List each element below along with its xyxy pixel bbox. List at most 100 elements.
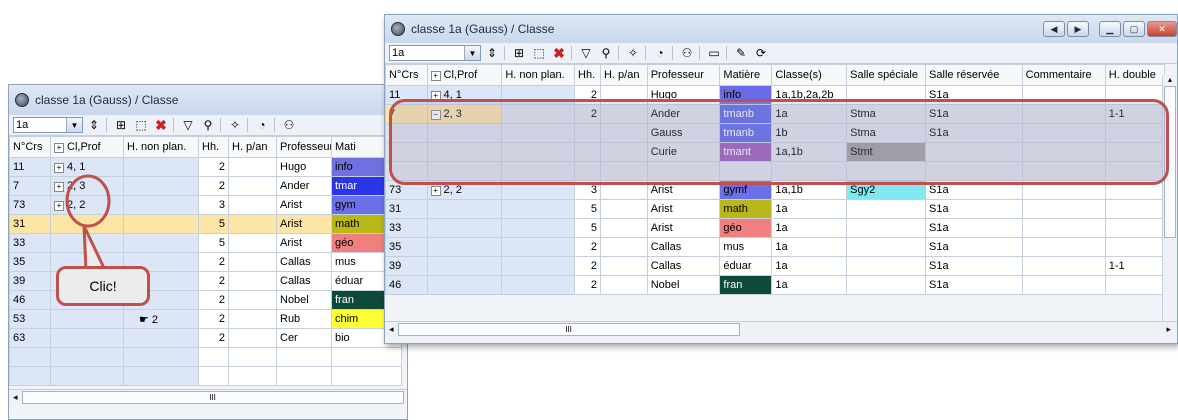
scroll-left-icon[interactable]: ◂	[389, 324, 394, 335]
table-row[interactable]: 39 2 Callas éduar 1a S1a 1-1	[385, 256, 1166, 276]
hours-year-cell[interactable]	[599, 275, 648, 295]
link-icon[interactable]: ⚲	[597, 44, 615, 62]
nav-next-icon[interactable]: ▶	[1067, 21, 1089, 37]
teacher-cell[interactable]: Arist	[646, 218, 721, 238]
maximize-button[interactable]: ▢	[1123, 21, 1145, 37]
double-hours-cell[interactable]	[1104, 275, 1166, 295]
comment-cell[interactable]	[1021, 275, 1106, 295]
column-header[interactable]: Professeur	[646, 64, 721, 86]
subject-cell[interactable]: math	[719, 199, 773, 219]
course-number-cell[interactable]: 33	[385, 218, 428, 238]
column-header[interactable]: Classe(s)	[771, 64, 848, 86]
users-icon[interactable]: ⚇	[678, 44, 696, 62]
special-room-cell[interactable]	[846, 256, 927, 276]
new-item-icon[interactable]: ⬚	[530, 44, 548, 62]
column-header[interactable]: Salle réservée	[925, 64, 1023, 86]
wizard-icon[interactable]: ✧	[624, 44, 642, 62]
expand-all-icon[interactable]: +	[430, 71, 441, 81]
hours-cell[interactable]: 2	[574, 275, 601, 295]
column-header[interactable]: N°Crs	[385, 64, 428, 86]
column-header[interactable]: Salle spéciale	[846, 64, 927, 86]
cl-prof-cell[interactable]	[426, 256, 503, 276]
refresh-icon[interactable]: ⟳	[752, 44, 770, 62]
hours-unplanned-cell[interactable]	[501, 237, 576, 257]
reserved-room-cell[interactable]: S1a	[925, 275, 1023, 295]
grid-add-icon[interactable]: ⊞	[510, 44, 528, 62]
hours-unplanned-cell[interactable]	[501, 218, 576, 238]
expand-icon[interactable]: +	[430, 186, 441, 196]
scroll-thumb[interactable]: III	[397, 323, 740, 336]
column-header[interactable]: + Cl,Prof	[426, 64, 503, 86]
cl-prof-cell[interactable]	[426, 199, 503, 219]
hours-unplanned-cell[interactable]	[501, 199, 576, 219]
teacher-cell[interactable]: Arist	[646, 199, 721, 219]
cl-prof-cell[interactable]	[426, 218, 503, 238]
teacher-cell[interactable]: Callas	[646, 256, 721, 276]
course-number-cell[interactable]: 39	[385, 256, 428, 276]
special-room-cell[interactable]	[846, 237, 927, 257]
double-hours-cell[interactable]	[1104, 218, 1166, 238]
table-row[interactable]: 31 5 Arist math 1a S1a	[385, 199, 1166, 219]
chevron-down-icon[interactable]: ▼	[464, 46, 480, 60]
scroll-right-icon[interactable]: ▸	[1166, 324, 1171, 335]
hours-year-cell[interactable]	[599, 237, 648, 257]
screen-icon[interactable]: ▭	[705, 44, 723, 62]
clock-icon[interactable]: ◔	[651, 44, 669, 62]
column-header[interactable]: H. p/an	[599, 64, 648, 86]
spinner-icon[interactable]: ⇕	[483, 44, 501, 62]
hours-cell[interactable]: 2	[574, 237, 601, 257]
comment-cell[interactable]	[1021, 256, 1106, 276]
course-number-cell[interactable]: 46	[385, 275, 428, 295]
hours-year-cell[interactable]	[599, 256, 648, 276]
close-button[interactable]: ✕	[1147, 21, 1177, 37]
filter-icon[interactable]: ▽	[577, 44, 595, 62]
special-room-cell[interactable]	[846, 218, 927, 238]
comment-cell[interactable]	[1021, 218, 1106, 238]
classes-cell[interactable]: 1a	[771, 218, 848, 238]
classes-cell[interactable]: 1a	[771, 256, 848, 276]
special-room-cell[interactable]	[846, 275, 927, 295]
minimize-button[interactable]: ▁	[1099, 21, 1121, 37]
hours-year-cell[interactable]	[599, 199, 648, 219]
subject-cell[interactable]: géo	[719, 218, 773, 238]
column-header[interactable]: Matière	[719, 64, 773, 86]
hours-unplanned-cell[interactable]	[501, 256, 576, 276]
column-header[interactable]: Hh.	[574, 64, 601, 86]
class-combo[interactable]: 1a ▼	[389, 45, 481, 61]
nav-prev-icon[interactable]: ◀	[1043, 21, 1065, 37]
table-row[interactable]: 35 2 Callas mus 1a S1a	[385, 237, 1166, 257]
hours-cell[interactable]: 5	[574, 218, 601, 238]
edit-icon[interactable]: ✎	[732, 44, 750, 62]
course-number-cell[interactable]: 35	[385, 237, 428, 257]
classes-cell[interactable]: 1a	[771, 237, 848, 257]
subject-cell[interactable]: éduar	[719, 256, 773, 276]
classes-cell[interactable]: 1a	[771, 275, 848, 295]
hours-unplanned-cell[interactable]	[501, 275, 576, 295]
special-room-cell[interactable]	[846, 199, 927, 219]
cl-prof-cell[interactable]	[426, 237, 503, 257]
course-number-cell[interactable]: 31	[385, 199, 428, 219]
double-hours-cell[interactable]	[1104, 199, 1166, 219]
table-row[interactable]: 46 2 Nobel fran 1a S1a	[385, 275, 1166, 295]
hours-cell[interactable]: 2	[574, 256, 601, 276]
double-hours-cell[interactable]	[1104, 237, 1166, 257]
reserved-room-cell[interactable]: S1a	[925, 218, 1023, 238]
column-header[interactable]: H. non plan.	[501, 64, 576, 86]
cl-prof-cell[interactable]	[426, 275, 503, 295]
scroll-up-icon[interactable]: ▴	[1163, 75, 1177, 84]
column-header[interactable]: H. double	[1104, 64, 1166, 86]
teacher-cell[interactable]: Nobel	[646, 275, 721, 295]
reserved-room-cell[interactable]: S1a	[925, 199, 1023, 219]
comment-cell[interactable]	[1021, 237, 1106, 257]
classes-cell[interactable]: 1a	[771, 199, 848, 219]
reserved-room-cell[interactable]: S1a	[925, 237, 1023, 257]
hours-cell[interactable]: 5	[574, 199, 601, 219]
hours-year-cell[interactable]	[599, 218, 648, 238]
teacher-cell[interactable]: Callas	[646, 237, 721, 257]
double-hours-cell[interactable]: 1-1	[1104, 256, 1166, 276]
subject-cell[interactable]: mus	[719, 237, 773, 257]
table-row[interactable]: 33 5 Arist géo 1a S1a	[385, 218, 1166, 238]
delete-icon[interactable]: ✖	[550, 44, 568, 62]
subject-cell[interactable]: fran	[719, 275, 773, 295]
reserved-room-cell[interactable]: S1a	[925, 256, 1023, 276]
